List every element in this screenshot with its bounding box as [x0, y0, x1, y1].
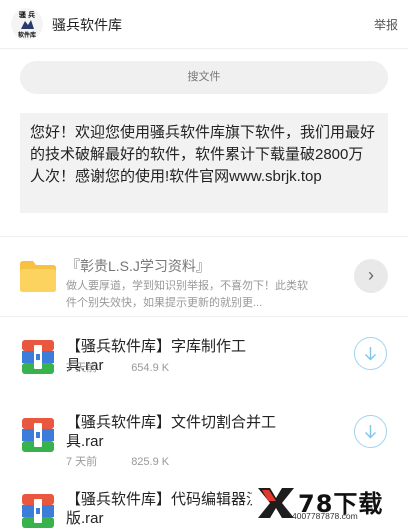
file-name: 【骚兵软件库】文件切割合并工具.rar	[66, 414, 277, 450]
download-arrow-icon	[365, 425, 376, 439]
folder-open-button[interactable]: ›	[354, 259, 388, 293]
download-arrow-icon	[365, 347, 376, 361]
file-name: 【骚兵软件库】代码编辑器汉化版.rar	[66, 491, 277, 527]
archive-icon	[22, 494, 54, 528]
logo-text-bottom: 软件库	[17, 33, 36, 39]
site-title: 骚兵软件库	[52, 17, 122, 33]
file-time: 7 天前	[66, 456, 98, 468]
archive-icon	[22, 340, 54, 374]
folder-icon	[20, 261, 56, 292]
file-size: 654.9 K	[131, 362, 170, 374]
file-time: 7 天前	[66, 362, 98, 374]
folder-title: 『彰贵L.S.J学习资料』	[66, 258, 210, 274]
file-size: 825.9 K	[131, 456, 170, 468]
app-header: 骚 兵 软件库 骚兵软件库 举报	[0, 0, 408, 49]
report-link[interactable]: 举报	[374, 16, 398, 33]
file-meta: 7 天前 654.9 K	[66, 359, 169, 375]
divider	[0, 236, 408, 237]
site-logo[interactable]: 骚 兵 软件库	[11, 8, 43, 40]
logo-figure-icon	[21, 20, 34, 29]
download-button[interactable]	[354, 337, 387, 370]
archive-icon	[22, 418, 54, 452]
watermark-x-icon	[258, 488, 294, 518]
divider	[0, 316, 408, 317]
folder-description: 做人要厚道，学到知识别举报，不喜勿下！此类软件个别失效快，如果提示更新的就别更.…	[66, 280, 308, 309]
notice-box: 您好！欢迎您使用骚兵软件库旗下软件，我们用最好的技术破解最好的软件，软件累计下载…	[20, 113, 388, 213]
watermark-url: 4007787878.com	[292, 511, 358, 521]
watermark-logo: 78下载 4007787878.com	[252, 484, 408, 522]
chevron-right-icon: ›	[368, 265, 374, 285]
search-input[interactable]: 搜文件	[20, 61, 388, 94]
download-button[interactable]	[354, 415, 387, 448]
file-meta: 7 天前 825.9 K	[66, 453, 169, 469]
